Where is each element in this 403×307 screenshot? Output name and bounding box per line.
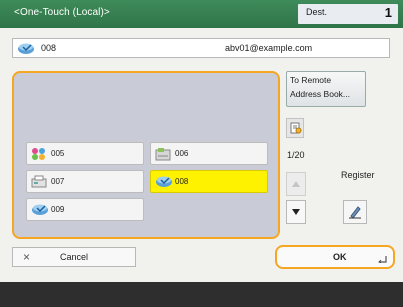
register-button[interactable]: [343, 200, 367, 224]
dest-counter: Dest. 1: [298, 4, 398, 24]
selected-destination-address: abv01@example.com: [225, 43, 313, 53]
cancel-button[interactable]: × Cancel: [12, 247, 136, 267]
destination-list-panel: 005 006 007 008 009: [12, 71, 280, 239]
destination-number: 006: [175, 149, 189, 158]
details-icon: [290, 122, 302, 137]
destination-number: 009: [51, 205, 65, 214]
chevron-up-icon: [292, 181, 300, 187]
email-icon: [155, 175, 173, 191]
header-bar: <One-Touch (Local)> Dest. 1: [0, 0, 403, 28]
selected-destination-bar[interactable]: 008 abv01@example.com: [12, 38, 390, 58]
ok-button[interactable]: OK: [275, 245, 395, 269]
destination-number: 005: [51, 149, 65, 158]
chevron-down-icon: [292, 209, 300, 215]
destination-button-005[interactable]: 005: [26, 142, 144, 165]
destination-button-008[interactable]: 008: [150, 170, 268, 193]
cancel-label: Cancel: [60, 252, 89, 262]
screen-title: <One-Touch (Local)>: [14, 7, 110, 18]
selected-destination-number: 008: [41, 43, 57, 53]
scroll-down-button[interactable]: [286, 200, 306, 224]
destination-button-009[interactable]: 009: [26, 198, 144, 221]
dest-count: 1: [384, 5, 392, 20]
details-button[interactable]: [286, 118, 304, 138]
file-server-icon: [155, 147, 171, 164]
destination-button-007[interactable]: 007: [26, 170, 144, 193]
remote-button-line1: To Remote: [290, 75, 332, 85]
pen-icon: [348, 205, 362, 222]
email-icon: [31, 203, 49, 219]
email-icon: [17, 42, 35, 58]
remote-button-line2: Address Book...: [290, 89, 351, 99]
ok-label: OK: [333, 252, 347, 262]
screen: <One-Touch (Local)> Dest. 1 008 abv01@ex…: [0, 0, 403, 307]
page-indicator: 1/20: [287, 150, 305, 160]
remote-address-book-button[interactable]: To Remote Address Book...: [286, 71, 366, 107]
destination-button-006[interactable]: 006: [150, 142, 268, 165]
scroll-up-button[interactable]: [286, 172, 306, 196]
destination-number: 007: [51, 177, 65, 186]
footer-bar: [0, 282, 403, 307]
dest-label: Dest.: [306, 7, 328, 17]
destination-number: 008: [175, 177, 189, 186]
register-label: Register: [341, 170, 375, 180]
close-icon: ×: [23, 250, 31, 264]
fax-icon: [31, 175, 47, 192]
corner-arrow-icon: [378, 255, 387, 266]
group-icon: [31, 147, 47, 164]
